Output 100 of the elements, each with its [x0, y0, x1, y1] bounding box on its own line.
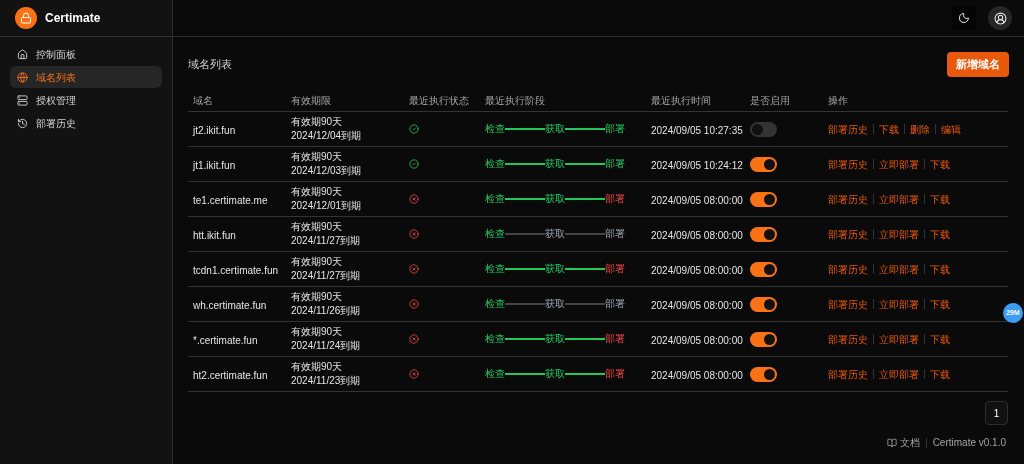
validity-text: 有效期90天: [291, 115, 344, 129]
stage-label: 检查: [485, 369, 505, 379]
add-domain-button[interactable]: 新增域名: [947, 52, 1009, 77]
domain-cell: jt1.ikit.fun: [193, 160, 236, 171]
enable-switch[interactable]: [750, 261, 777, 277]
expiry-text: 2024/12/03到期: [291, 164, 363, 178]
home-icon: [17, 48, 28, 60]
column-header: 最近执行阶段: [485, 95, 545, 106]
stage-label: 获取: [545, 369, 565, 379]
action-link[interactable]: 部署历史: [828, 261, 868, 277]
theme-toggle-button[interactable]: [952, 6, 976, 30]
action-link[interactable]: 下载: [930, 331, 950, 347]
time-cell: 2024/09/05 10:27:35: [651, 125, 743, 136]
action-link[interactable]: 部署历史: [828, 191, 868, 207]
validity-text: 有效期90天: [291, 185, 344, 199]
stage-label: 获取: [545, 264, 565, 274]
history-icon: [17, 117, 28, 129]
action-link[interactable]: 下载: [930, 156, 950, 172]
action-link[interactable]: 部署历史: [828, 121, 868, 137]
moon-icon: [958, 12, 970, 24]
action-link[interactable]: 下载: [930, 261, 950, 277]
expiry-text: 2024/11/23到期: [291, 374, 362, 388]
book-icon: [886, 437, 897, 448]
action-link[interactable]: 立即部署: [879, 156, 919, 172]
stage-label: 部署: [605, 264, 625, 274]
enable-switch[interactable]: [750, 331, 777, 347]
user-avatar-button[interactable]: [988, 6, 1012, 30]
user-icon: [993, 11, 1007, 25]
enable-switch[interactable]: [750, 156, 777, 172]
stage-label: 检查: [485, 194, 505, 204]
globe-icon: [17, 71, 28, 83]
stage-label: 检查: [485, 124, 505, 134]
time-cell: 2024/09/05 10:24:12: [651, 160, 743, 171]
domain-cell: wh.certimate.fun: [193, 300, 267, 311]
stage-label: 检查: [485, 264, 505, 274]
sidebar-item[interactable]: 授权管理: [10, 89, 162, 111]
page-button[interactable]: 1: [985, 401, 1008, 425]
enable-switch[interactable]: [750, 191, 777, 207]
column-header: 有效期限: [291, 95, 331, 106]
stage-label: 部署: [605, 369, 625, 379]
stage-label: 检查: [485, 299, 505, 309]
action-link[interactable]: 下载: [879, 121, 899, 137]
action-link[interactable]: 立即部署: [879, 191, 919, 207]
column-header: 是否启用: [750, 95, 790, 106]
validity-text: 有效期90天: [291, 220, 344, 234]
action-link[interactable]: 下载: [930, 296, 950, 312]
sidebar-item[interactable]: 部署历史: [10, 112, 162, 134]
time-cell: 2024/09/05 08:00:00: [651, 335, 743, 346]
server-icon: [17, 94, 28, 106]
action-link[interactable]: 下载: [930, 226, 950, 242]
action-link[interactable]: 部署历史: [828, 226, 868, 242]
stage-label: 获取: [545, 194, 565, 204]
enable-switch[interactable]: [750, 121, 777, 137]
stage-label: 获取: [545, 334, 565, 344]
stage-label: 部署: [605, 194, 625, 204]
domain-cell: tcdn1.certimate.fun: [193, 265, 279, 276]
stage-label: 检查: [485, 334, 505, 344]
column-header: 操作: [828, 95, 848, 106]
action-link[interactable]: 立即部署: [879, 331, 919, 347]
stage-label: 部署: [605, 124, 625, 134]
domain-cell: htt.ikit.fun: [193, 230, 236, 241]
action-link[interactable]: 部署历史: [828, 296, 868, 312]
action-link[interactable]: 删除: [910, 121, 930, 137]
app-name: Certimate: [45, 10, 101, 27]
sidebar-item[interactable]: 控制面板: [10, 43, 162, 65]
docs-link[interactable]: 文档: [899, 435, 920, 450]
action-link[interactable]: 立即部署: [879, 366, 919, 382]
stage-label: 部署: [605, 159, 625, 169]
validity-text: 有效期90天: [291, 325, 344, 339]
enable-switch[interactable]: [750, 296, 777, 312]
action-link[interactable]: 立即部署: [879, 226, 919, 242]
expiry-text: 2024/12/04到期: [291, 129, 363, 143]
time-cell: 2024/09/05 08:00:00: [651, 370, 743, 381]
action-link[interactable]: 下载: [930, 366, 950, 382]
action-link[interactable]: 下载: [930, 191, 950, 207]
version-text: Certimate v0.1.0: [932, 436, 1006, 450]
enable-switch[interactable]: [750, 226, 777, 242]
time-cell: 2024/09/05 08:00:00: [651, 230, 743, 241]
expiry-text: 2024/11/26到期: [291, 304, 362, 318]
action-link[interactable]: 部署历史: [828, 366, 868, 382]
action-link[interactable]: 立即部署: [879, 296, 919, 312]
domain-cell: ht2.certimate.fun: [193, 370, 268, 381]
time-cell: 2024/09/05 08:00:00: [651, 265, 743, 276]
action-link[interactable]: 部署历史: [828, 331, 868, 347]
stage-label: 获取: [545, 159, 565, 169]
column-header: 域名: [193, 95, 213, 106]
expiry-text: 2024/11/27到期: [291, 234, 362, 248]
stage-label: 部署: [605, 334, 625, 344]
validity-text: 有效期90天: [291, 290, 344, 304]
time-cell: 2024/09/05 08:00:00: [651, 195, 743, 206]
action-link[interactable]: 立即部署: [879, 261, 919, 277]
expiry-text: 2024/11/27到期: [291, 269, 362, 283]
enable-switch[interactable]: [750, 366, 777, 382]
stage-label: 获取: [545, 124, 565, 134]
action-link[interactable]: 编辑: [941, 121, 961, 137]
stage-label: 获取: [545, 299, 565, 309]
action-link[interactable]: 部署历史: [828, 156, 868, 172]
sidebar-item[interactable]: 域名列表: [10, 66, 162, 88]
stage-label: 部署: [605, 229, 625, 239]
column-header: 最近执行时间: [651, 95, 711, 106]
